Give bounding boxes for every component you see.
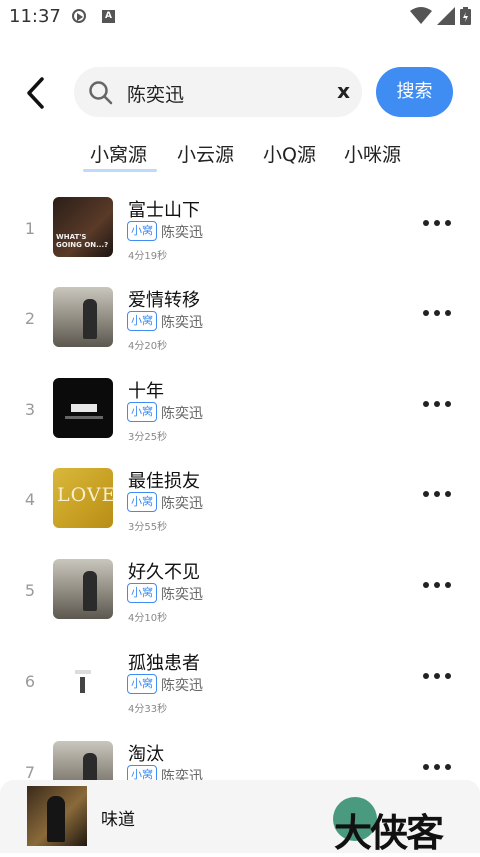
media-notification-icon [72,9,86,23]
album-cover: LOVE [53,468,113,528]
source-badge: 小窝 [127,221,157,241]
source-badge: 小窝 [127,765,157,780]
song-title: 孤独患者 [128,653,200,674]
source-badge: 小窝 [127,311,157,331]
song-artist: 陈奕迅 [161,406,203,422]
watermark-logo: 大侠客 [330,796,480,855]
more-button[interactable] [423,399,451,409]
song-artist: 陈奕迅 [161,678,203,694]
clear-search-button[interactable]: x [337,79,350,103]
song-duration: 4分20秒 [128,341,168,352]
song-duration: 3分55秒 [128,522,168,533]
source-badge: 小窝 [127,402,157,422]
list-item[interactable]: 2 爱情转移 小窝 陈奕迅 4分20秒 [0,272,480,362]
more-button[interactable] [423,308,451,318]
source-badge: 小窝 [127,492,157,512]
song-artist: 陈奕迅 [161,769,203,780]
song-duration: 3分25秒 [128,432,168,443]
status-bar: 11:37 A [0,0,480,34]
song-title: 淘汰 [128,744,164,765]
more-button[interactable] [423,762,451,772]
album-cover-text: WHAT'S GOING ON...? [56,233,109,249]
search-input[interactable]: 陈奕迅 x [74,67,362,117]
app-notification-icon: A [102,10,115,23]
list-item[interactable]: 3 十年 小窝 陈奕迅 3分25秒 [0,363,480,453]
list-item[interactable]: 7 淘汰 小窝 陈奕迅 [0,726,480,780]
album-cover: WHAT'S GOING ON...? [53,197,113,257]
source-badge: 小窝 [127,583,157,603]
song-index: 5 [24,581,36,600]
list-item[interactable]: 4 LOVE 最佳损友 小窝 陈奕迅 3分55秒 [0,453,480,543]
song-artist: 陈奕迅 [161,496,203,512]
song-duration: 4分19秒 [128,251,168,262]
tab-xiaoyun[interactable]: 小云源 [177,140,234,167]
back-arrow-icon [27,77,44,109]
search-button[interactable]: 搜索 [376,67,453,117]
song-title: 富士山下 [128,200,200,221]
song-duration: 4分33秒 [128,704,168,715]
song-index: 7 [24,763,36,780]
song-index: 6 [24,672,36,691]
song-artist: 陈奕迅 [161,587,203,603]
song-index: 4 [24,490,36,509]
tab-xiaowo[interactable]: 小窝源 [90,140,147,167]
watermark-text: 大侠客 [334,811,444,855]
song-list: 1 WHAT'S GOING ON...? 富士山下 小窝 陈奕迅 4分19秒 … [0,182,480,780]
wifi-icon [410,7,432,24]
player-album-cover [27,786,87,846]
song-title: 好久不见 [128,562,200,583]
song-duration: 4分10秒 [128,613,168,624]
back-button[interactable] [22,76,52,110]
song-title: 爱情转移 [128,290,200,311]
search-query-text: 陈奕迅 [127,84,185,106]
song-title: 十年 [128,381,164,402]
more-button[interactable] [423,580,451,590]
source-badge: 小窝 [127,674,157,694]
album-cover-text: LOVE [57,484,113,506]
list-item[interactable]: 5 好久不见 小窝 陈奕迅 4分10秒 [0,544,480,634]
battery-icon [460,7,471,25]
more-button[interactable] [423,671,451,681]
more-button[interactable] [423,489,451,499]
song-artist: 陈奕迅 [161,225,203,241]
list-item[interactable]: 1 WHAT'S GOING ON...? 富士山下 小窝 陈奕迅 4分19秒 [0,182,480,272]
album-cover [53,287,113,347]
song-artist: 陈奕迅 [161,315,203,331]
status-time: 11:37 [9,6,61,27]
list-item[interactable]: 6 孤独患者 小窝 陈奕迅 4分33秒 [0,635,480,725]
album-cover [53,650,113,710]
album-cover [53,741,113,780]
tab-xiaomi[interactable]: 小咪源 [344,140,401,167]
player-song-title: 味道 [101,810,135,830]
album-cover [53,378,113,438]
song-index: 3 [24,400,36,419]
song-index: 2 [24,309,36,328]
more-button[interactable] [423,218,451,228]
signal-icon [437,7,455,25]
album-cover [53,559,113,619]
song-index: 1 [24,219,36,238]
active-tab-indicator [83,169,157,172]
search-icon [89,81,113,105]
song-title: 最佳损友 [128,471,200,492]
tab-xiaoq[interactable]: 小Q源 [263,140,316,167]
